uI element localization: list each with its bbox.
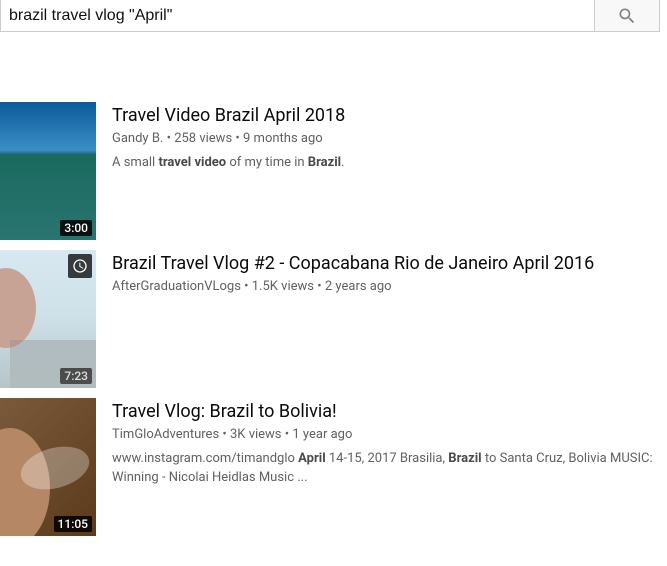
search-button[interactable]: [594, 0, 659, 31]
video-title[interactable]: Travel Video Brazil April 2018: [112, 104, 667, 127]
video-thumbnail[interactable]: 3:00: [0, 102, 96, 240]
video-thumbnail[interactable]: 11:05: [0, 398, 96, 536]
video-title[interactable]: Brazil Travel Vlog #2 - Copacabana Rio d…: [112, 252, 667, 275]
video-meta: AfterGraduationVLogs • 1.5K views • 2 ye…: [112, 279, 667, 294]
video-description: A small travel video of my time in Brazi…: [112, 154, 667, 172]
view-count: 1.5K views: [252, 279, 314, 294]
video-info: Travel Video Brazil April 2018 Gandy B. …: [96, 102, 667, 240]
video-duration: 3:00: [60, 220, 92, 236]
search-input[interactable]: [1, 0, 594, 31]
video-thumbnail[interactable]: 7:23: [0, 250, 96, 388]
video-duration: 11:05: [54, 516, 92, 532]
search-bar: [0, 0, 660, 32]
video-info: Travel Vlog: Brazil to Bolivia! TimGloAd…: [96, 398, 667, 536]
video-description: www.instagram.com/timandglo April 14-15,…: [112, 450, 667, 486]
view-count: 258 views: [174, 131, 232, 146]
video-info: Brazil Travel Vlog #2 - Copacabana Rio d…: [96, 250, 667, 388]
video-duration: 7:23: [60, 368, 92, 384]
view-count: 3K views: [230, 427, 282, 442]
channel-name[interactable]: Gandy B.: [112, 131, 163, 146]
clock-icon: [72, 258, 88, 274]
video-meta: Gandy B. • 258 views • 9 months ago: [112, 131, 667, 146]
channel-name[interactable]: AfterGraduationVLogs: [112, 279, 241, 294]
upload-age: 2 years ago: [325, 279, 392, 294]
video-title[interactable]: Travel Vlog: Brazil to Bolivia!: [112, 400, 667, 423]
result-item[interactable]: 11:05 Travel Vlog: Brazil to Bolivia! Ti…: [0, 398, 667, 536]
upload-age: 9 months ago: [243, 131, 323, 146]
result-item[interactable]: 3:00 Travel Video Brazil April 2018 Gand…: [0, 102, 667, 240]
watch-later-button[interactable]: [68, 254, 92, 278]
search-results: 3:00 Travel Video Brazil April 2018 Gand…: [0, 102, 667, 536]
result-item[interactable]: 7:23 Brazil Travel Vlog #2 - Copacabana …: [0, 250, 667, 388]
video-meta: TimGloAdventures • 3K views • 1 year ago: [112, 427, 667, 442]
channel-name[interactable]: TimGloAdventures: [112, 427, 219, 442]
search-icon: [617, 6, 637, 26]
upload-age: 1 year ago: [292, 427, 352, 442]
